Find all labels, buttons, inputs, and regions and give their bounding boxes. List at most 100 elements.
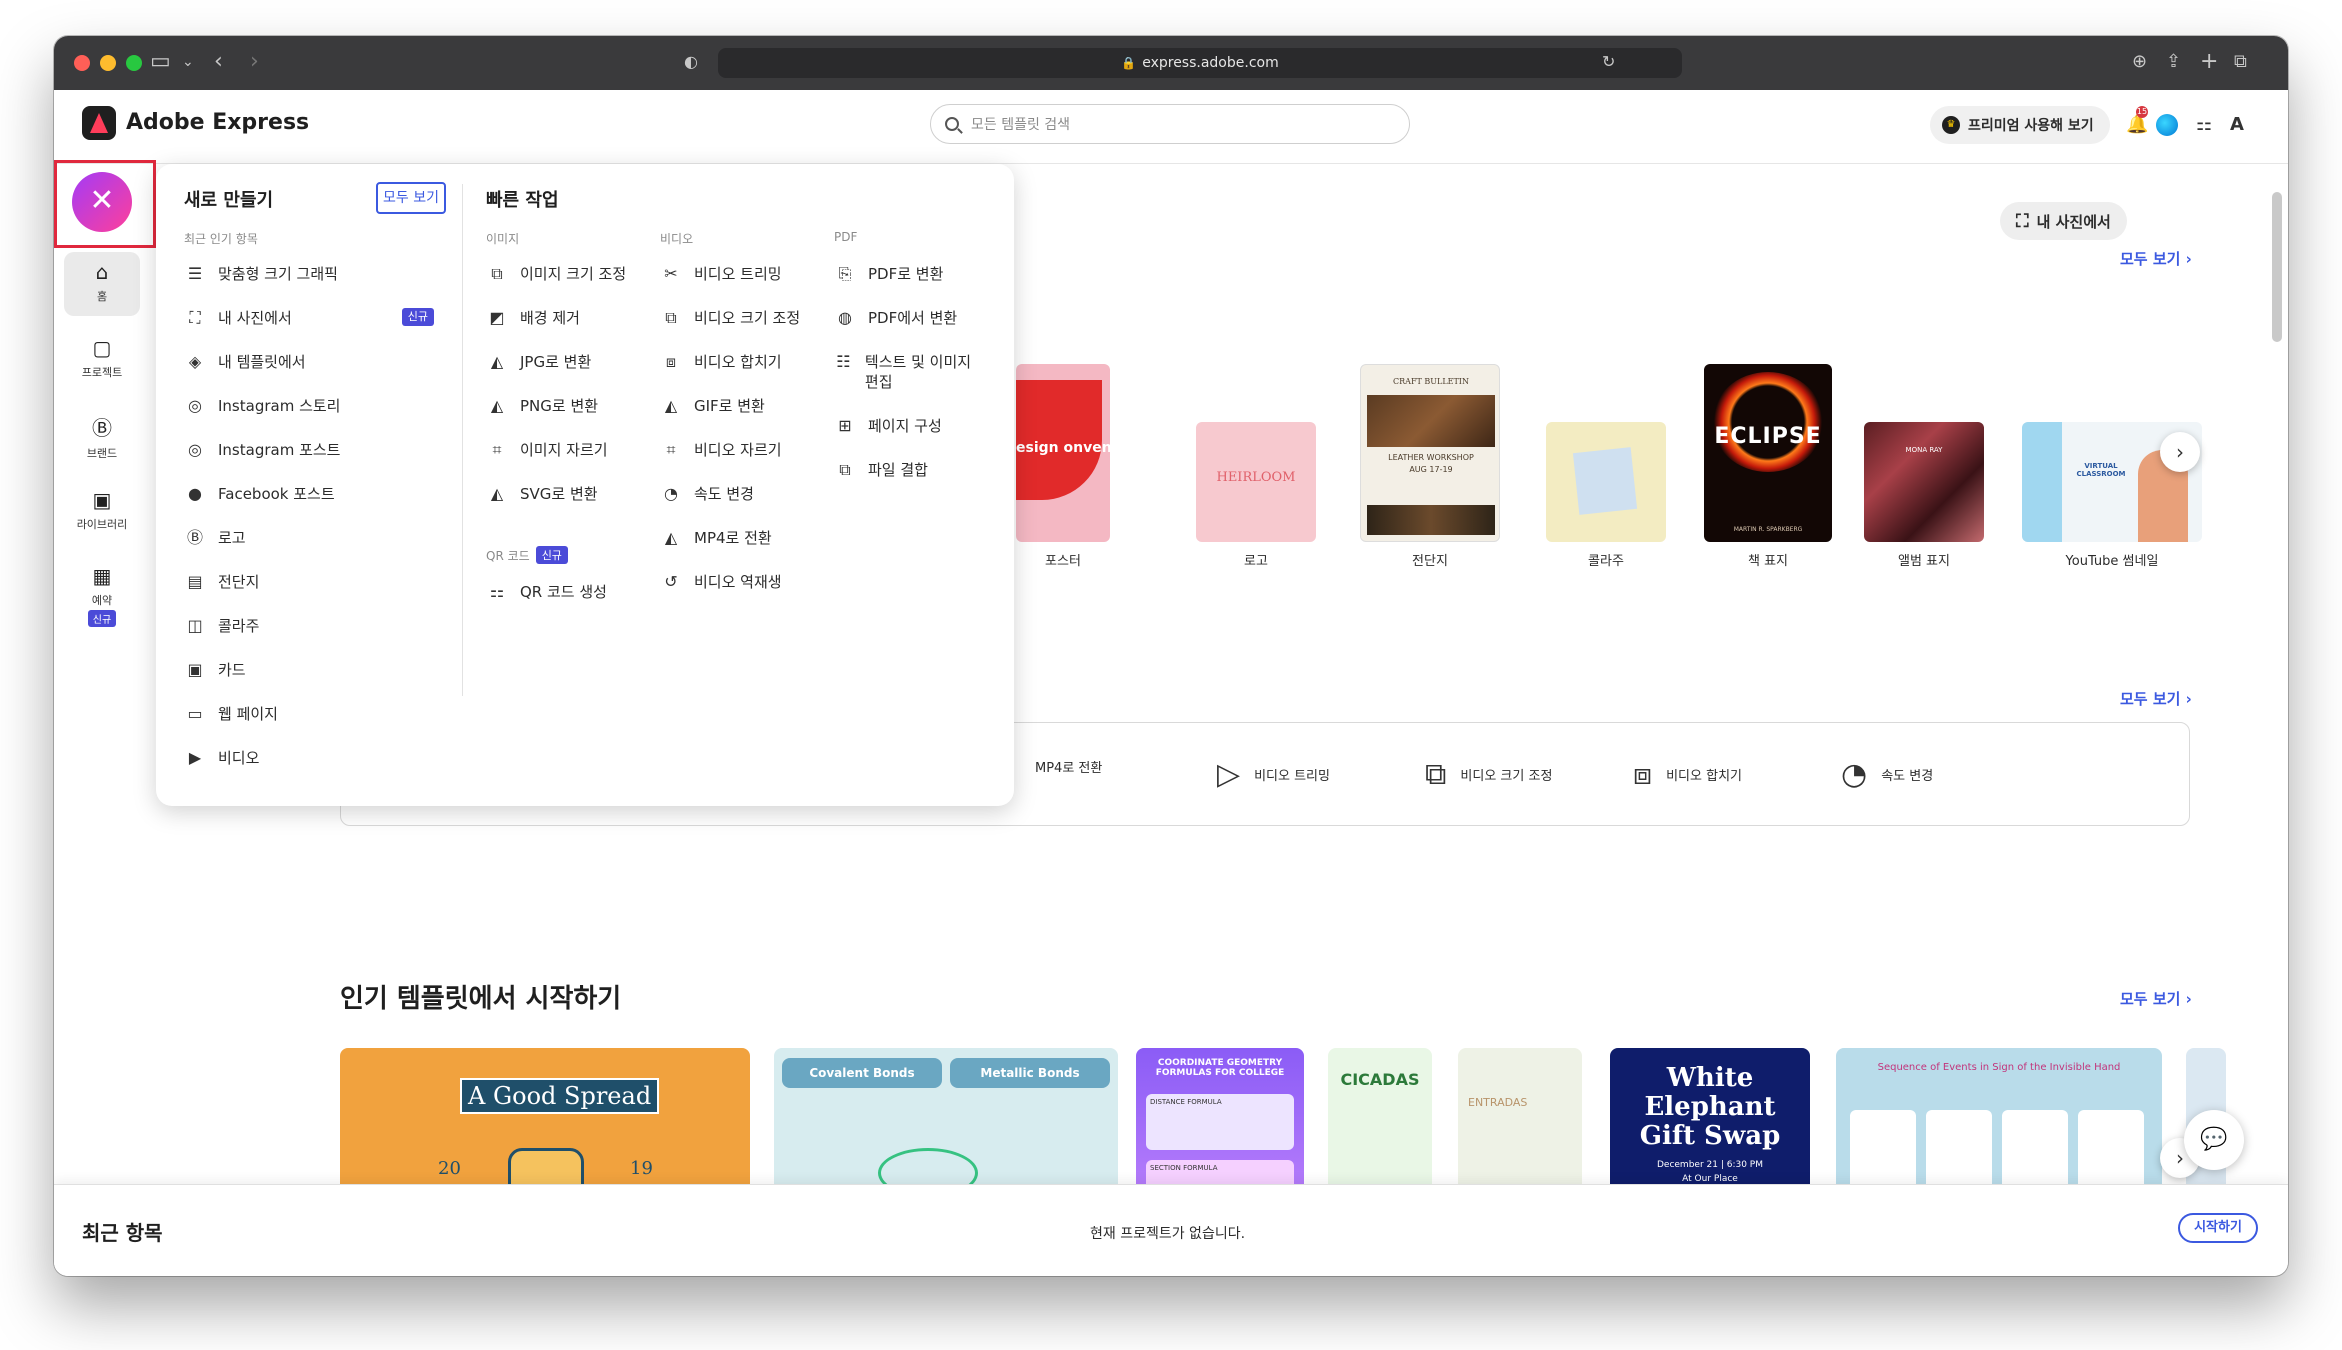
rail-label-home: 홈 bbox=[96, 290, 108, 303]
quick-action-resize[interactable]: ⧉ 비디오 크기 조정 bbox=[1425, 757, 1552, 792]
url-text: express.adobe.com bbox=[1142, 55, 1279, 71]
search-input[interactable]: 모든 템플릿 검색 bbox=[930, 104, 1410, 144]
page-scrollbar[interactable] bbox=[2272, 192, 2282, 342]
remove-bg-icon: ◩ bbox=[489, 308, 505, 327]
download-icon[interactable]: ⊕ bbox=[2132, 48, 2147, 76]
create-item-webpage[interactable]: ▭ 웹 페이지 bbox=[184, 704, 278, 724]
quick-item-combine-files[interactable]: ⧉ 파일 결합 bbox=[834, 460, 928, 480]
quick-item-crop-video[interactable]: ⌗ 비디오 자르기 bbox=[660, 440, 782, 460]
create-see-all-button[interactable]: 모두 보기 bbox=[376, 182, 446, 214]
quick-item-convert-jpg[interactable]: ◭ JPG로 변환 bbox=[486, 352, 591, 372]
close-window-button[interactable] bbox=[74, 55, 90, 71]
tab-overview-icon[interactable]: ⧉ bbox=[2234, 48, 2247, 76]
trim-icon: ✂ bbox=[664, 264, 678, 283]
forward-icon[interactable]: › bbox=[250, 48, 259, 76]
quick-action-speed[interactable]: ◔ 속도 변경 bbox=[1841, 757, 1933, 792]
menu-item-label: 전단지 bbox=[218, 573, 260, 591]
quick-action-merge[interactable]: ⧈ 비디오 합치기 bbox=[1633, 757, 1742, 792]
merge-icon: ⧈ bbox=[665, 352, 677, 371]
create-item-collage[interactable]: ◫ 콜라주 bbox=[184, 616, 259, 636]
book-cover-thumbnail[interactable]: ECLIPSE MARTIN R. SPARKBERG bbox=[1704, 364, 1832, 542]
quick-item-crop-image[interactable]: ⌗ 이미지 자르기 bbox=[486, 440, 607, 460]
organize-pages-icon: ⊞ bbox=[838, 416, 852, 435]
quick-item-convert-svg[interactable]: ◭ SVG로 변환 bbox=[486, 484, 598, 504]
album-title: MONA RAY bbox=[1905, 446, 1943, 454]
quick-item-reverse-video[interactable]: ↺ 비디오 역재생 bbox=[660, 572, 781, 592]
rail-item-projects[interactable]: ▢ 프로젝트 bbox=[64, 336, 140, 380]
brand-name[interactable]: Adobe Express bbox=[126, 110, 309, 135]
template-date: December 21 | 6:30 PM bbox=[1656, 1160, 1763, 1170]
quick-item-convert-png[interactable]: ◭ PNG로 변환 bbox=[486, 396, 598, 416]
carousel-next-button[interactable]: › bbox=[2160, 432, 2200, 472]
zoom-window-button[interactable] bbox=[126, 55, 142, 71]
rail-item-brand[interactable]: Ⓑ 브랜드 bbox=[64, 412, 140, 461]
flyer-thumbnail[interactable]: CRAFT BULLETIN LEATHER WORKSHOP AUG 17-1… bbox=[1360, 364, 1500, 542]
create-item-from-template[interactable]: ◈ 내 템플릿에서 bbox=[184, 352, 306, 372]
create-item-facebook-post[interactable]: ● Facebook 포스트 bbox=[184, 484, 335, 504]
see-all-popular[interactable]: 모두 보기 › bbox=[2120, 988, 2192, 1009]
menu-divider bbox=[462, 184, 463, 696]
see-all-link[interactable]: 모두 보기 › bbox=[2120, 248, 2192, 269]
quick-item-resize-image[interactable]: ⧉ 이미지 크기 조정 bbox=[486, 264, 626, 284]
search-icon bbox=[945, 117, 959, 131]
back-icon[interactable]: ‹ bbox=[214, 48, 223, 76]
quick-item-to-pdf[interactable]: ⎘ PDF로 변환 bbox=[834, 264, 944, 284]
quick-item-change-speed[interactable]: ◔ 속도 변경 bbox=[660, 484, 754, 504]
sidebar-toggle-icon[interactable]: ▭ bbox=[150, 48, 171, 76]
quick-item-convert-gif[interactable]: ◭ GIF로 변환 bbox=[660, 396, 765, 416]
adobe-logo-icon[interactable]: A bbox=[2230, 114, 2244, 135]
create-item-flyer[interactable]: ▤ 전단지 bbox=[184, 572, 259, 592]
rail-item-home[interactable]: ⌂ 홈 bbox=[64, 252, 140, 316]
create-item-custom-size[interactable]: ☰ 맞춤형 크기 그래픽 bbox=[184, 264, 338, 284]
rail-item-library[interactable]: ▣ 라이브러리 bbox=[64, 488, 140, 532]
create-item-instagram-story[interactable]: ◎ Instagram 스토리 bbox=[184, 396, 340, 416]
create-item-logo[interactable]: Ⓑ 로고 bbox=[184, 528, 246, 548]
start-button[interactable]: 시작하기 bbox=[2178, 1213, 2258, 1243]
quick-item-organize-pages[interactable]: ⊞ 페이지 구성 bbox=[834, 416, 942, 436]
premium-button[interactable]: ♛ 프리미엄 사용해 보기 bbox=[1930, 106, 2110, 144]
apps-grid-icon[interactable]: ⚏ bbox=[2196, 114, 2212, 135]
avatar[interactable] bbox=[2156, 114, 2178, 136]
quick-item-qr-code[interactable]: ⚏ QR 코드 생성 bbox=[486, 582, 607, 602]
chevron-down-icon[interactable]: ⌄ bbox=[182, 48, 194, 76]
photo-icon: ⛶ bbox=[2016, 210, 2029, 232]
video-subheading: 비디오 bbox=[660, 232, 694, 246]
create-item-video[interactable]: ▶ 비디오 bbox=[184, 748, 260, 768]
create-item-from-photo[interactable]: ⛶ 내 사진에서 신규 bbox=[184, 308, 434, 328]
crop-video-icon: ⌗ bbox=[666, 440, 676, 459]
reload-icon[interactable]: ↻ bbox=[1602, 48, 1615, 76]
menu-item-label: 페이지 구성 bbox=[868, 417, 942, 435]
quick-item-merge-video[interactable]: ⧈ 비디오 합치기 bbox=[660, 352, 782, 372]
quick-item-remove-bg[interactable]: ◩ 배경 제거 bbox=[486, 308, 580, 328]
menu-item-label: 내 사진에서 bbox=[218, 309, 292, 327]
share-icon[interactable]: ⇪ bbox=[2166, 48, 2181, 76]
address-bar[interactable]: 🔒 express.adobe.com bbox=[718, 48, 1682, 78]
new-tab-icon[interactable]: + bbox=[2200, 48, 2218, 76]
quick-action-mp4[interactable]: MP4로 전환 bbox=[1035, 757, 1102, 776]
highlight-box bbox=[54, 160, 156, 248]
create-item-card[interactable]: ▣ 카드 bbox=[184, 660, 245, 680]
facebook-icon: ● bbox=[188, 484, 202, 503]
to-pdf-icon: ⎘ bbox=[838, 264, 852, 283]
quick-item-trim-video[interactable]: ✂ 비디오 트리밍 bbox=[660, 264, 781, 284]
quick-item-from-pdf[interactable]: ◍ PDF에서 변환 bbox=[834, 308, 957, 328]
poster-thumbnail[interactable]: esign onvention bbox=[1016, 364, 1110, 542]
logo-thumbnail[interactable]: HEIRLOOM bbox=[1196, 422, 1316, 542]
my-photo-button[interactable]: ⛶ 내 사진에서 bbox=[2000, 202, 2127, 240]
collage-thumbnail[interactable] bbox=[1546, 422, 1666, 542]
quick-item-convert-mp4[interactable]: ◭ MP4로 전환 bbox=[660, 528, 772, 548]
instagram-icon: ◎ bbox=[188, 396, 202, 415]
minimize-window-button[interactable] bbox=[100, 55, 116, 71]
see-all-quick-actions[interactable]: 모두 보기 › bbox=[2120, 688, 2192, 709]
quick-item-resize-video[interactable]: ⧉ 비디오 크기 조정 bbox=[660, 308, 800, 328]
privacy-shield-icon[interactable]: ◐ bbox=[684, 48, 698, 76]
menu-item-label: 비디오 자르기 bbox=[694, 441, 782, 459]
rail-item-schedule[interactable]: ▦ 예약 신규 bbox=[64, 564, 140, 627]
adobe-express-logo[interactable] bbox=[82, 106, 116, 140]
create-item-instagram-post[interactable]: ◎ Instagram 포스트 bbox=[184, 440, 340, 460]
convert-gif-icon: ◭ bbox=[664, 396, 678, 415]
album-cover-thumbnail[interactable]: MONA RAY bbox=[1864, 422, 1984, 542]
quick-item-edit-pdf[interactable]: ☷ 텍스트 및 이미지 편집 bbox=[834, 352, 984, 392]
chat-icon[interactable]: 💬 bbox=[2184, 1110, 2244, 1170]
quick-action-trim[interactable]: ▷ 비디오 트리밍 bbox=[1217, 757, 1330, 792]
